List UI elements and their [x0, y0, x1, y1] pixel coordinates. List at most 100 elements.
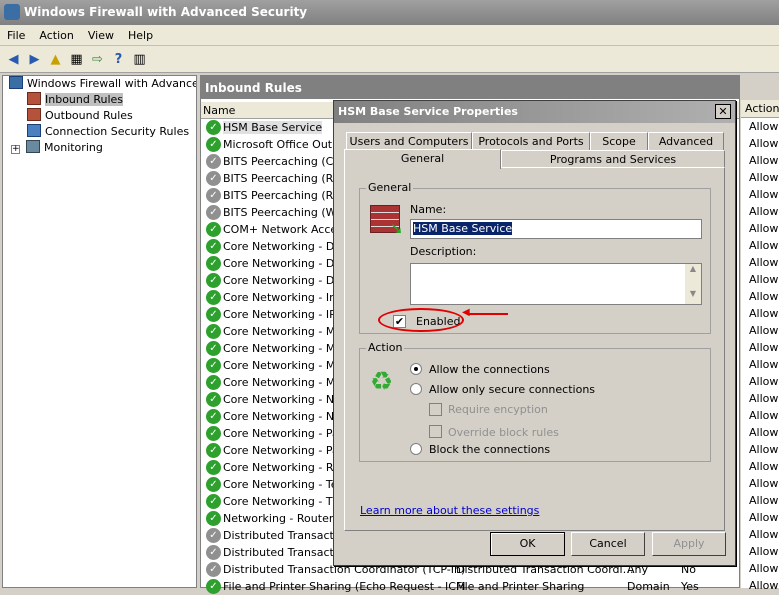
disabled-rule-icon: ✓ [206, 171, 221, 186]
firewall-icon [9, 76, 23, 89]
disabled-rule-icon: ✓ [206, 205, 221, 220]
learn-more-link[interactable]: Learn more about these settings [360, 504, 539, 517]
forward-icon[interactable]: ▶ [25, 50, 44, 69]
tree-root[interactable]: Windows Firewall with Advanced S [3, 76, 196, 92]
rule-action: Allow [749, 324, 779, 337]
tab-general[interactable]: General [344, 149, 501, 169]
enabled-rule-icon: ✓ [206, 137, 221, 152]
tree-item-monitoring[interactable]: + Monitoring [3, 140, 196, 156]
enabled-rule-icon: ✓ [206, 409, 221, 424]
tab-scope[interactable]: Scope [590, 132, 648, 150]
show-hide-action-pane-icon[interactable]: ▥ [130, 50, 149, 69]
rule-action: Allow [749, 375, 779, 388]
rule-action: Allow [749, 528, 779, 541]
enabled-rule-icon: ✓ [206, 222, 221, 237]
table-row[interactable]: ✓ File and Printer Sharing (Echo Request … [201, 578, 739, 595]
rule-name: Core Networking - Mult [223, 359, 350, 372]
radio-allow[interactable] [410, 363, 422, 375]
toolbar: ◀ ▶ ▲ ▦ ⇨? ▥ [0, 46, 779, 73]
apply-button[interactable]: Apply [652, 532, 726, 556]
enabled-rule-icon: ✓ [206, 579, 221, 594]
rule-name: Core Networking - Para [223, 444, 350, 457]
rule-action: Allow [749, 579, 779, 592]
enabled-rule-icon: ✓ [206, 392, 221, 407]
rule-action: Allow [749, 460, 779, 473]
allow-secure-label: Allow only secure connections [429, 383, 596, 396]
enabled-rule-icon: ✓ [206, 477, 221, 492]
rule-action: Allow [749, 443, 779, 456]
menu-action[interactable]: Action [32, 25, 80, 46]
tab-users-and-computers[interactable]: Users and Computers [346, 132, 472, 150]
rule-name: BITS Peercaching (RPC [223, 172, 348, 185]
enabled-rule-icon: ✓ [206, 426, 221, 441]
menu-file[interactable]: File [0, 25, 32, 46]
column-header-action[interactable]: Action [741, 100, 779, 118]
disabled-rule-icon: ✓ [206, 154, 221, 169]
radio-block[interactable] [410, 443, 422, 455]
rule-action: Allow [749, 358, 779, 371]
enabled-rule-icon: ✓ [206, 375, 221, 390]
rule-name: Core Networking - Inte [223, 291, 348, 304]
name-input[interactable]: HSM Base Service [410, 219, 702, 239]
rule-name: Distributed Transaction [223, 546, 351, 559]
action-group: Action ♻ Allow the connections Allow onl… [359, 341, 711, 462]
expand-icon[interactable]: + [11, 145, 20, 154]
tree-item-outbound-rules[interactable]: Outbound Rules [3, 108, 196, 124]
require-encryption-checkbox[interactable] [429, 403, 442, 416]
rule-name: Microsoft Office Outloo [223, 138, 349, 151]
rule-action: Allow [749, 426, 779, 439]
enabled-rule-icon: ✓ [206, 511, 221, 526]
disabled-rule-icon: ✓ [206, 562, 221, 577]
tab-programs-and-services[interactable]: Programs and Services [501, 150, 725, 168]
menu-help[interactable]: Help [121, 25, 160, 46]
require-encryption-label: Require encyption [448, 403, 548, 416]
show-hide-tree-icon[interactable]: ▦ [67, 50, 86, 69]
menu-view[interactable]: View [81, 25, 121, 46]
rule-action: Allow [749, 205, 779, 218]
back-icon[interactable]: ◀ [4, 50, 23, 69]
outbound-rules-icon [27, 108, 41, 121]
firewall-app-icon [4, 4, 20, 20]
rule-action: Allow [749, 409, 779, 422]
rule-action: Allow [749, 290, 779, 303]
rule-name: Core Networking - Dyn [223, 274, 348, 287]
rule-action: Allow [749, 341, 779, 354]
override-block-checkbox[interactable] [429, 425, 442, 438]
rule-name: File and Printer Sharing (Echo Request -… [223, 580, 466, 593]
help-icon[interactable]: ? [109, 50, 128, 69]
up-folder-icon[interactable]: ▲ [46, 50, 65, 69]
highlight-ellipse [378, 308, 464, 332]
close-button[interactable]: ✕ [715, 104, 731, 119]
action-column: Action Allow Allow Allow Allow Allow Allow Allo… [741, 100, 779, 592]
rule-action: Allow [749, 188, 779, 201]
tree-item-connection-security-rules[interactable]: Connection Security Rules [3, 124, 196, 140]
general-tab-panel: General ➘ Name: HSM Base Service Descrip… [344, 167, 725, 531]
rule-group: File and Printer Sharing [456, 580, 585, 593]
rule-name: Core Networking - IPv6 [223, 308, 350, 321]
green-arrow-icon: ➘ [390, 219, 404, 238]
cancel-button[interactable]: Cancel [571, 532, 645, 556]
enabled-rule-icon: ✓ [206, 341, 221, 356]
rule-action: Allow [749, 545, 779, 558]
rule-name: Core Networking - Des [223, 257, 347, 270]
rule-name: Distributed Transaction [223, 529, 351, 542]
ok-button[interactable]: OK [490, 532, 565, 556]
navigation-tree: Windows Firewall with Advanced S Inbound… [2, 75, 197, 588]
rule-action: Allow [749, 494, 779, 507]
scrollbar[interactable]: ▲ ▼ [685, 264, 701, 304]
pane-title: Inbound Rules [201, 76, 739, 99]
rule-profile: Domain [627, 580, 670, 593]
description-textarea[interactable]: ▲ ▼ [410, 263, 702, 305]
rule-name: BITS Peercaching (RPC [223, 189, 348, 202]
tab-advanced[interactable]: Advanced [648, 132, 724, 150]
export-icon[interactable]: ⇨ [88, 50, 107, 69]
tree-item-inbound-rules[interactable]: Inbound Rules [3, 92, 196, 108]
override-block-label: Override block rules [448, 426, 559, 439]
rule-action: Allow [749, 239, 779, 252]
tab-protocols-and-ports[interactable]: Protocols and Ports [472, 132, 590, 150]
enabled-rule-icon: ✓ [206, 120, 221, 135]
rule-action: Allow [749, 307, 779, 320]
monitoring-icon [26, 140, 40, 153]
radio-allow-secure[interactable] [410, 383, 422, 395]
title-bar: Windows Firewall with Advanced Security [0, 0, 779, 25]
